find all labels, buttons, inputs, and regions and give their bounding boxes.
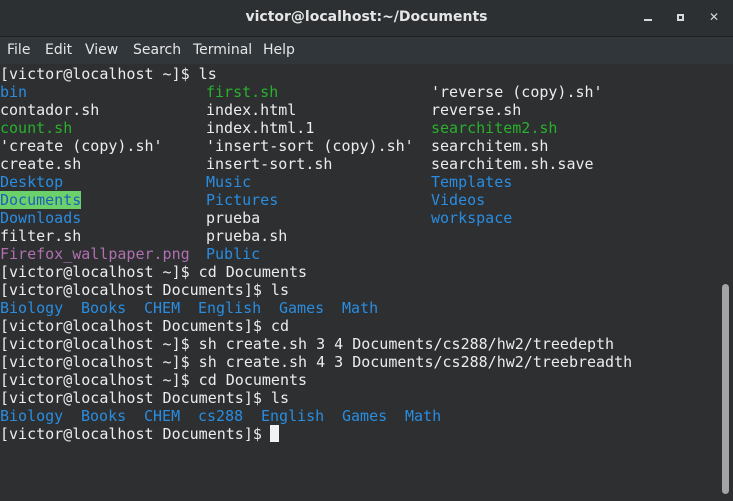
- terminal-text: insert-sort.sh: [206, 155, 333, 173]
- directory-entry: Games: [342, 407, 388, 425]
- terminal-text: count.sh: [0, 119, 73, 137]
- terminal-text: [victor@localhost Documents]$ cd: [0, 317, 289, 335]
- terminal-text: index.html.1: [206, 119, 315, 137]
- terminal-text: filter.sh: [0, 227, 82, 245]
- directory-entry: Downloads: [0, 209, 82, 227]
- directory-entry: CHEM: [144, 299, 181, 317]
- minimize-button[interactable]: [640, 9, 656, 25]
- terminal-text: first.sh: [206, 83, 279, 101]
- directory-entry: cs288: [198, 407, 244, 425]
- terminal-text: create.sh: [0, 155, 82, 173]
- menu-terminal[interactable]: Terminal: [193, 37, 252, 64]
- directory-entry: Biology: [0, 299, 64, 317]
- directory-entry: English: [198, 299, 262, 317]
- directory-entry: workspace: [431, 209, 513, 227]
- close-button[interactable]: ✕: [706, 9, 722, 25]
- scrollbar-thumb[interactable]: [722, 284, 729, 494]
- terminal-text: index.html: [206, 101, 297, 119]
- minimize-icon: [644, 19, 652, 21]
- terminal-text: 'create (copy).sh': [0, 137, 163, 155]
- terminal-text: Firefox_wallpaper.png: [0, 245, 190, 263]
- menu-file[interactable]: File: [7, 37, 30, 64]
- directory-entry: Public: [206, 245, 261, 263]
- menu-search[interactable]: Search: [133, 37, 181, 64]
- directory-entry: Templates: [431, 173, 513, 191]
- directory-entry: Music: [206, 173, 252, 191]
- directory-entry: Games: [279, 299, 325, 317]
- scrollbar[interactable]: [720, 64, 733, 501]
- directory-entry: Documents: [0, 191, 82, 209]
- directory-entry: Pictures: [206, 191, 279, 209]
- terminal-text: [victor@localhost Documents]$: [0, 425, 271, 443]
- maximize-button[interactable]: [672, 9, 688, 25]
- terminal-text: searchitem.sh: [431, 137, 549, 155]
- terminal-text: reverse.sh: [431, 101, 522, 119]
- terminal-text: [victor@localhost ~]$ cd Documents: [0, 263, 308, 281]
- terminal-text: prueba.sh: [206, 227, 288, 245]
- terminal-text: 'reverse (copy).sh': [431, 83, 603, 101]
- terminal-text: [victor@localhost Documents]$ ls: [0, 389, 289, 407]
- terminal-text: 'insert-sort (copy).sh': [206, 137, 414, 155]
- terminal-text: [victor@localhost ~]$ ls: [0, 65, 217, 83]
- directory-entry: Desktop: [0, 173, 64, 191]
- directory-entry: bin: [0, 83, 28, 101]
- terminal-text: searchitem2.sh: [431, 119, 558, 137]
- terminal-text: [victor@localhost Documents]$ ls: [0, 281, 289, 299]
- terminal-text: [victor@localhost ~]$ cd Documents: [0, 371, 308, 389]
- directory-entry: English: [261, 407, 325, 425]
- menu-edit[interactable]: Edit: [45, 37, 72, 64]
- terminal-window: victor@localhost:~/Documents ✕ File Edit…: [0, 0, 733, 501]
- menu-bar: File Edit View Search Terminal Help: [0, 37, 733, 64]
- directory-entry: Math: [342, 299, 379, 317]
- maximize-icon: [676, 14, 684, 21]
- terminal-output[interactable]: [victor@localhost ~]$ ls bin first.sh 'reve…: [0, 64, 720, 501]
- directory-entry: CHEM: [144, 407, 181, 425]
- terminal-text: contador.sh: [0, 101, 100, 119]
- terminal-text: prueba: [206, 209, 261, 227]
- title-bar[interactable]: victor@localhost:~/Documents ✕: [0, 0, 733, 37]
- directory-entry: Books: [81, 299, 127, 317]
- text-cursor: [270, 425, 279, 442]
- directory-entry: Books: [81, 407, 127, 425]
- terminal-text: [victor@localhost ~]$ sh create.sh 4 3 D…: [0, 353, 633, 371]
- directory-entry: Videos: [431, 191, 486, 209]
- menu-help[interactable]: Help: [263, 37, 295, 64]
- menu-view[interactable]: View: [85, 37, 118, 64]
- directory-entry: Biology: [0, 407, 64, 425]
- window-title: victor@localhost:~/Documents: [245, 9, 488, 25]
- directory-entry: Math: [405, 407, 442, 425]
- terminal-text: [victor@localhost ~]$ sh create.sh 3 4 D…: [0, 335, 615, 353]
- terminal-text: searchitem.sh.save: [431, 155, 594, 173]
